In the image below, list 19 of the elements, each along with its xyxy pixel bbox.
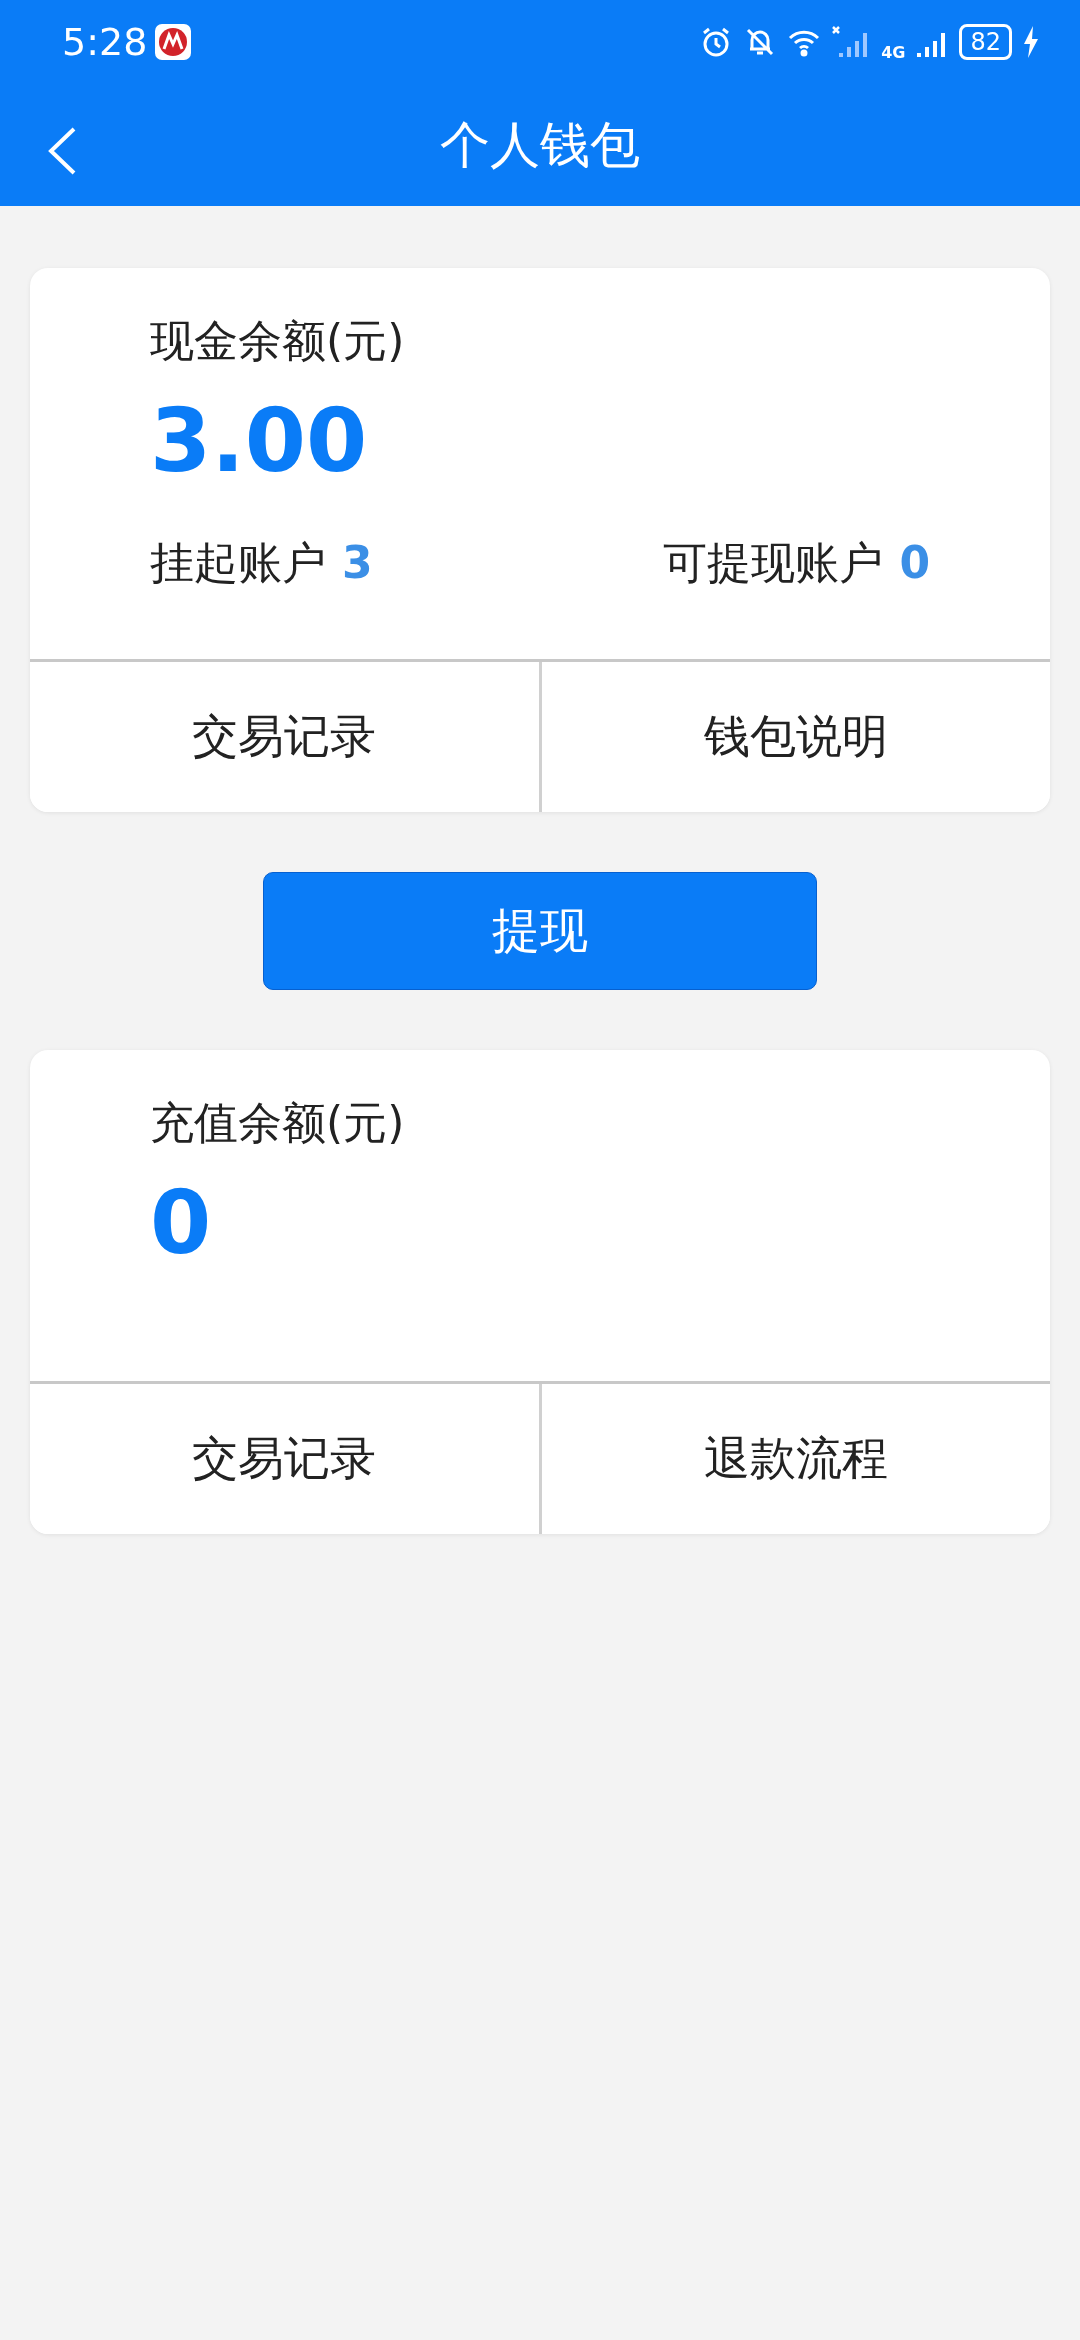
balance-label: 现金余额(元) — [150, 314, 406, 368]
page-title: 个人钱包 — [440, 114, 640, 176]
account-count: 3 — [342, 537, 373, 588]
card-action-button[interactable]: 交易记录 — [30, 662, 539, 812]
card-action-button[interactable]: 交易记录 — [30, 1384, 539, 1534]
charging-icon — [1022, 25, 1040, 59]
network-type: 4G — [881, 42, 906, 62]
status-time: 5:28 — [62, 20, 148, 64]
withdraw-button[interactable]: 提现 — [263, 872, 817, 990]
balance-amount: 3.00 — [150, 389, 369, 492]
account-count: 0 — [899, 537, 930, 588]
card-action-button[interactable]: 退款流程 — [538, 1384, 1050, 1534]
balance-amount: 0 — [150, 1171, 213, 1274]
account-label: 可提现账户 — [663, 536, 884, 590]
balance-label: 充值余额(元) — [150, 1096, 406, 1150]
account-label: 挂起账户 — [150, 536, 326, 590]
card-action-button[interactable]: 钱包说明 — [538, 662, 1050, 812]
battery-level: 82 — [959, 24, 1012, 60]
app-logo-icon — [155, 24, 192, 60]
